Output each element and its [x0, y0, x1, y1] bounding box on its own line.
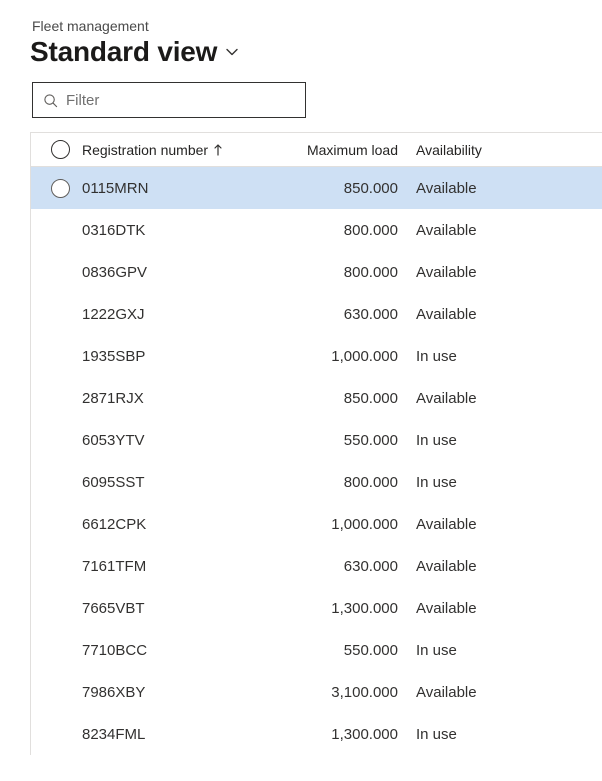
table-row[interactable]: 8234FML1,300.000In use — [31, 713, 602, 755]
cell-availability[interactable]: Available — [412, 558, 602, 575]
table-row[interactable]: 6095SST800.000In use — [31, 461, 602, 503]
circle-icon — [51, 140, 70, 159]
table-row[interactable]: 7161TFM630.000Available — [31, 545, 602, 587]
cell-registration[interactable]: 2871RJX — [82, 390, 277, 407]
table-row[interactable]: 7665VBT1,300.000Available — [31, 587, 602, 629]
cell-availability[interactable]: In use — [412, 432, 602, 449]
chevron-down-icon — [225, 45, 239, 59]
cell-maxload[interactable]: 550.000 — [277, 642, 412, 659]
column-header-registration[interactable]: Registration number — [82, 142, 277, 158]
search-icon — [43, 93, 58, 108]
table-row[interactable]: 6612CPK1,000.000Available — [31, 503, 602, 545]
select-all-checkbox[interactable] — [38, 140, 82, 159]
cell-maxload[interactable]: 850.000 — [277, 180, 412, 197]
cell-availability[interactable]: Available — [412, 180, 602, 197]
cell-maxload[interactable]: 1,300.000 — [277, 726, 412, 743]
grid-header: Registration number Maximum load Availab… — [31, 133, 602, 167]
cell-registration[interactable]: 6095SST — [82, 474, 277, 491]
table-row[interactable]: 1935SBP1,000.000In use — [31, 335, 602, 377]
cell-registration[interactable]: 6612CPK — [82, 516, 277, 533]
cell-availability[interactable]: In use — [412, 348, 602, 365]
cell-availability[interactable]: In use — [412, 474, 602, 491]
column-header-registration-label: Registration number — [82, 142, 208, 158]
cell-maxload[interactable]: 630.000 — [277, 558, 412, 575]
cell-registration[interactable]: 8234FML — [82, 726, 277, 743]
cell-registration[interactable]: 7665VBT — [82, 600, 277, 617]
column-header-availability[interactable]: Availability — [412, 142, 602, 158]
breadcrumb[interactable]: Fleet management — [0, 18, 602, 36]
table-row[interactable]: 1222GXJ630.000Available — [31, 293, 602, 335]
cell-registration[interactable]: 7986XBY — [82, 684, 277, 701]
cell-registration[interactable]: 0115MRN — [82, 180, 277, 197]
cell-maxload[interactable]: 1,000.000 — [277, 348, 412, 365]
cell-availability[interactable]: Available — [412, 306, 602, 323]
table-row[interactable]: 0316DTK800.000Available — [31, 209, 602, 251]
cell-availability[interactable]: Available — [412, 222, 602, 239]
cell-registration[interactable]: 0836GPV — [82, 264, 277, 281]
cell-maxload[interactable]: 800.000 — [277, 222, 412, 239]
table-row[interactable]: 6053YTV550.000In use — [31, 419, 602, 461]
table-row[interactable]: 2871RJX850.000Available — [31, 377, 602, 419]
column-header-maxload-label: Maximum load — [307, 142, 398, 158]
cell-registration[interactable]: 7161TFM — [82, 558, 277, 575]
cell-maxload[interactable]: 550.000 — [277, 432, 412, 449]
table-row[interactable]: 7710BCC550.000In use — [31, 629, 602, 671]
cell-availability[interactable]: Available — [412, 684, 602, 701]
cell-maxload[interactable]: 850.000 — [277, 390, 412, 407]
circle-icon — [51, 179, 70, 198]
cell-maxload[interactable]: 1,300.000 — [277, 600, 412, 617]
cell-maxload[interactable]: 3,100.000 — [277, 684, 412, 701]
cell-availability[interactable]: Available — [412, 390, 602, 407]
view-title: Standard view — [30, 36, 217, 68]
column-header-maxload[interactable]: Maximum load — [277, 142, 412, 158]
filter-input[interactable] — [66, 92, 295, 109]
cell-registration[interactable]: 0316DTK — [82, 222, 277, 239]
cell-availability[interactable]: In use — [412, 726, 602, 743]
cell-registration[interactable]: 1222GXJ — [82, 306, 277, 323]
cell-registration[interactable]: 7710BCC — [82, 642, 277, 659]
cell-maxload[interactable]: 630.000 — [277, 306, 412, 323]
row-checkbox[interactable] — [38, 179, 82, 198]
cell-registration[interactable]: 1935SBP — [82, 348, 277, 365]
cell-availability[interactable]: Available — [412, 516, 602, 533]
cell-maxload[interactable]: 800.000 — [277, 474, 412, 491]
column-header-availability-label: Availability — [416, 142, 482, 158]
table-row[interactable]: 7986XBY3,100.000Available — [31, 671, 602, 713]
cell-availability[interactable]: In use — [412, 642, 602, 659]
cell-availability[interactable]: Available — [412, 264, 602, 281]
cell-availability[interactable]: Available — [412, 600, 602, 617]
cell-maxload[interactable]: 1,000.000 — [277, 516, 412, 533]
sort-ascending-icon — [213, 144, 223, 156]
table-row[interactable]: 0115MRN850.000Available — [31, 167, 602, 209]
view-selector[interactable]: Standard view — [0, 36, 602, 82]
grid-body: 0115MRN850.000Available0316DTK800.000Ava… — [31, 167, 602, 755]
cell-registration[interactable]: 6053YTV — [82, 432, 277, 449]
table-row[interactable]: 0836GPV800.000Available — [31, 251, 602, 293]
filter-box[interactable] — [32, 82, 306, 118]
cell-maxload[interactable]: 800.000 — [277, 264, 412, 281]
data-grid: Registration number Maximum load Availab… — [30, 132, 602, 755]
